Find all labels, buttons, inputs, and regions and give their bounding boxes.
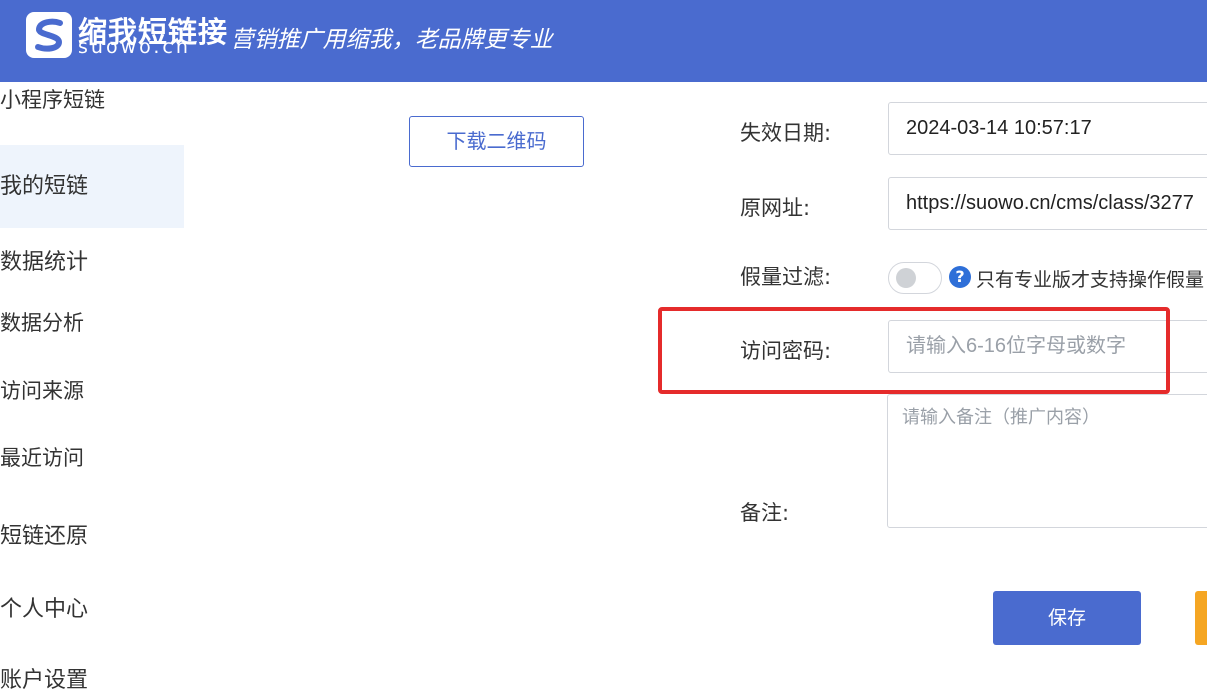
logo-text-en[interactable]: suowo.cn <box>78 36 191 58</box>
sidebar-item-data-analysis[interactable]: 数据分析 <box>0 307 184 339</box>
sidebar-item-account-settings[interactable]: 账户设置 <box>0 662 184 694</box>
original-url-field[interactable]: https://suowo.cn/cms/class/3277 <box>888 177 1207 230</box>
remark-placeholder: 请输入备注（推广内容） <box>902 407 1100 428</box>
expiry-date-field[interactable]: 2024-03-14 10:57:17 <box>888 102 1207 155</box>
question-circle-icon[interactable]: ? <box>949 266 971 288</box>
sidebar-item-label: 账户设置 <box>0 668 89 693</box>
sidebar-item-label: 小程序短链 <box>0 88 105 112</box>
fake-traffic-filter-label: 假量过滤: <box>740 265 832 289</box>
sidebar-item-personal-center[interactable]: 个人中心 <box>0 591 184 623</box>
header-slogan: · 营销推广用缩我，老品牌更专业 <box>216 27 553 53</box>
top-header: 缩我短链接 suowo.cn · 营销推广用缩我，老品牌更专业 <box>0 0 1207 82</box>
download-qr-button[interactable]: 下载二维码 <box>409 116 584 167</box>
remark-textarea[interactable]: 请输入备注（推广内容） <box>887 394 1207 528</box>
sidebar-item-label: 数据统计 <box>0 250 89 275</box>
sidebar-item-statistics[interactable]: 数据统计 <box>0 244 184 276</box>
sidebar-item-label: 短链还原 <box>0 524 89 549</box>
sidebar-item-label: 数据分析 <box>0 311 84 335</box>
sidebar-item-my-links[interactable]: 我的短链 <box>0 145 184 228</box>
sidebar-item-label: 我的短链 <box>0 174 89 199</box>
sidebar-item-label: 个人中心 <box>0 597 89 622</box>
original-url-label: 原网址: <box>740 196 811 220</box>
sidebar-item-recent-visits[interactable]: 最近访问 <box>0 442 184 474</box>
fake-traffic-filter-toggle[interactable] <box>888 262 942 294</box>
toggle-knob <box>896 268 916 288</box>
sidebar-item-traffic-source[interactable]: 访问来源 <box>0 375 184 407</box>
password-highlight-box <box>658 307 1170 394</box>
logo-icon <box>26 12 72 58</box>
remark-label: 备注: <box>740 501 790 525</box>
expiry-date-label: 失效日期: <box>740 121 832 145</box>
sidebar-item-mini-program-link[interactable]: 小程序短链 <box>0 84 184 116</box>
filter-help-text: 只有专业版才支持操作假量 <box>976 269 1205 291</box>
sidebar-nav: 小程序短链 我的短链 数据统计 数据分析 访问来源 最近访问 短链还原 个人中心… <box>0 82 184 693</box>
sidebar-item-label: 最近访问 <box>0 446 84 470</box>
save-button[interactable]: 保存 <box>993 591 1141 645</box>
sidebar-item-label: 访问来源 <box>0 379 84 403</box>
secondary-action-button[interactable] <box>1195 591 1207 645</box>
sidebar-item-link-restore[interactable]: 短链还原 <box>0 518 184 550</box>
